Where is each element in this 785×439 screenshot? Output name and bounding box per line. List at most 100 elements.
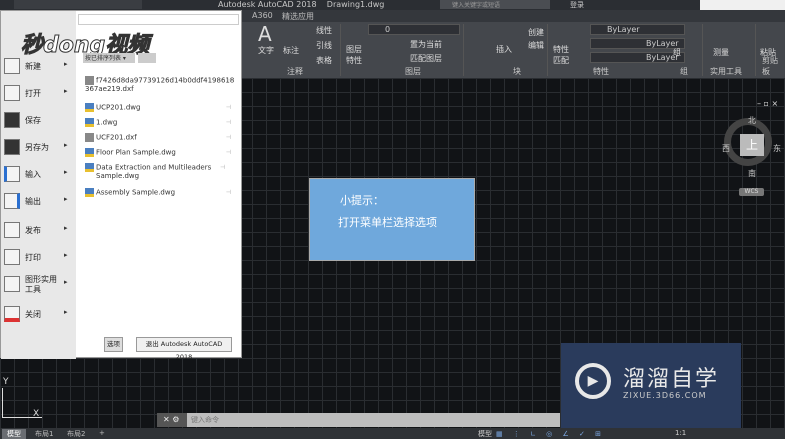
dxf-file-icon: [85, 133, 94, 142]
pin-icon[interactable]: ⊣: [226, 119, 231, 126]
pin-icon[interactable]: ⊣: [226, 104, 231, 111]
menu-search-input[interactable]: [78, 14, 239, 25]
match-layer-button[interactable]: 匹配图层: [410, 53, 442, 64]
tab-featured-apps[interactable]: 精选应用: [282, 11, 314, 22]
close-icon: [4, 306, 20, 322]
layout-tab-model[interactable]: 模型: [2, 429, 26, 439]
menu-label: 打开: [25, 89, 41, 98]
divider: [702, 24, 703, 76]
recent-file[interactable]: f7426d8da97739126d14b0ddf4198618 367ae21…: [85, 76, 235, 93]
quick-access-toolbar[interactable]: [14, 0, 142, 9]
groups-panel-label[interactable]: 组: [680, 66, 688, 77]
divider: [755, 24, 756, 76]
block-panel-label[interactable]: 块: [513, 66, 521, 77]
menu-item-print[interactable]: 打印 ▸: [1, 245, 76, 271]
file-name: UCF201.dxf: [96, 133, 137, 142]
pin-icon[interactable]: ⊣: [226, 134, 231, 141]
pin-icon[interactable]: ⊣: [226, 149, 231, 156]
compass-west[interactable]: 西: [722, 143, 730, 154]
layer-properties-button[interactable]: 图层特性: [346, 44, 364, 66]
make-current-button[interactable]: 置为当前: [410, 39, 442, 50]
menu-item-open[interactable]: 打开 ▸: [1, 81, 76, 107]
save-as-icon: [4, 139, 20, 155]
file-name: f7426d8da97739126d14b0ddf4198618 367ae21…: [85, 76, 235, 94]
command-input[interactable]: 键入命令: [191, 415, 219, 425]
clipboard-panel-label[interactable]: 剪贴板: [762, 55, 785, 77]
watermark-title: 溜溜自学: [623, 367, 720, 392]
status-toggle-icons[interactable]: ▦ ⋮ ∟ ◎ ∠ ✓ ⊞: [496, 430, 605, 438]
pin-icon[interactable]: ⊣: [226, 77, 231, 84]
command-line[interactable]: ✕ ⚙ 键入命令: [157, 413, 560, 427]
menu-label: 输出: [25, 197, 41, 206]
model-space-toggle[interactable]: 模型: [478, 429, 492, 439]
drawing-utilities-icon: [4, 276, 20, 292]
linear-button[interactable]: 线性: [316, 25, 332, 36]
chevron-right-icon: ▸: [64, 224, 68, 232]
tab-a360[interactable]: A360: [252, 11, 273, 20]
compass-north[interactable]: 北: [748, 115, 756, 126]
edit-block-button[interactable]: 编辑: [528, 40, 544, 51]
window-controls[interactable]: [700, 0, 785, 10]
sort-dropdown[interactable]: 按已排序列表 ▾: [83, 53, 135, 63]
recent-file[interactable]: Data Extraction and Multileaders Sample.…: [85, 163, 235, 180]
menu-item-save-as[interactable]: 另存为 ▸: [1, 135, 76, 161]
exit-button[interactable]: 退出 Autodesk AutoCAD 2018: [136, 337, 232, 361]
annotation-scale[interactable]: 1:1: [675, 429, 686, 437]
text-button[interactable]: 文字: [258, 45, 274, 56]
table-button[interactable]: 表格: [316, 55, 332, 66]
text-icon: A: [258, 22, 272, 46]
compass-east[interactable]: 东: [773, 143, 781, 154]
menu-item-close[interactable]: 关闭 ▸: [1, 302, 76, 328]
recent-file[interactable]: UCP201.dwg ⊣: [85, 103, 235, 112]
layout-tab-layout1[interactable]: 布局1: [30, 429, 58, 439]
annotation-panel-label[interactable]: 注释: [287, 66, 303, 77]
command-close-customize[interactable]: ✕ ⚙: [157, 413, 187, 427]
create-block-button[interactable]: 创建: [528, 27, 544, 38]
ucs-x-label: X: [33, 409, 40, 419]
dxf-file-icon: [85, 76, 94, 85]
properties-panel-label[interactable]: 特性: [593, 66, 609, 77]
linetype-dropdown[interactable]: ByLayer: [590, 38, 685, 49]
tip-text: 打开菜单栏选择选项: [338, 216, 437, 229]
watermark: ▶ 溜溜自学 ZIXUE.3D66.COM: [561, 343, 741, 430]
menu-item-publish[interactable]: 发布 ▸: [1, 218, 76, 244]
layer-dropdown[interactable]: 0: [368, 24, 460, 35]
color-dropdown[interactable]: ByLayer: [590, 24, 685, 35]
recent-file[interactable]: 1.dwg ⊣: [85, 118, 235, 127]
sort-label: 按已排序列表: [85, 55, 122, 62]
leader-button[interactable]: 引线: [316, 40, 332, 51]
options-button[interactable]: 选项: [104, 337, 123, 352]
chevron-right-icon: ▸: [64, 168, 68, 176]
open-icon: [4, 85, 20, 101]
menu-label: 打印: [25, 253, 41, 262]
recent-file[interactable]: Floor Plan Sample.dwg ⊣: [85, 148, 235, 157]
menu-item-save[interactable]: 保存: [1, 108, 76, 134]
menu-item-export[interactable]: 输出 ▸: [1, 189, 76, 215]
insert-button[interactable]: 插入: [496, 44, 512, 55]
pin-icon[interactable]: ⊣: [226, 189, 231, 196]
new-icon: [4, 58, 20, 74]
recent-file[interactable]: Assembly Sample.dwg ⊣: [85, 188, 235, 197]
recent-file[interactable]: UCF201.dxf ⊣: [85, 133, 235, 142]
menu-label: 另存为: [25, 143, 49, 152]
group-button[interactable]: 组: [673, 47, 681, 58]
viewport-controls[interactable]: – ▫ ×: [757, 99, 778, 108]
lineweight-dropdown[interactable]: ByLayer: [590, 52, 685, 63]
layout-tab-layout2[interactable]: 布局2: [62, 429, 90, 439]
wcs-menu[interactable]: WCS: [739, 188, 764, 196]
menu-item-drawing-utilities[interactable]: 图形实用工具 ▸: [1, 272, 76, 298]
layers-panel-label[interactable]: 图层: [405, 66, 421, 77]
import-icon: [4, 166, 20, 182]
dimension-button[interactable]: 标注: [283, 45, 299, 56]
view-dropdown[interactable]: [138, 53, 156, 63]
ribbon: A 文字 标注 线性 引线 表格 注释 图层特性 0 置为当前 匹配图层 图层 …: [240, 22, 785, 78]
menu-item-import[interactable]: 输入 ▸: [1, 162, 76, 188]
measure-button[interactable]: 测量: [713, 47, 729, 58]
search-input[interactable]: 键入关键字或短语: [440, 0, 550, 9]
add-layout-button[interactable]: +: [94, 429, 110, 439]
compass-south[interactable]: 南: [748, 168, 756, 179]
viewcube-top[interactable]: 上: [740, 134, 764, 156]
match-properties-button[interactable]: 特性匹配: [553, 44, 569, 66]
sign-in-button[interactable]: 登录: [570, 0, 584, 10]
utilities-panel-label[interactable]: 实用工具: [710, 66, 742, 77]
